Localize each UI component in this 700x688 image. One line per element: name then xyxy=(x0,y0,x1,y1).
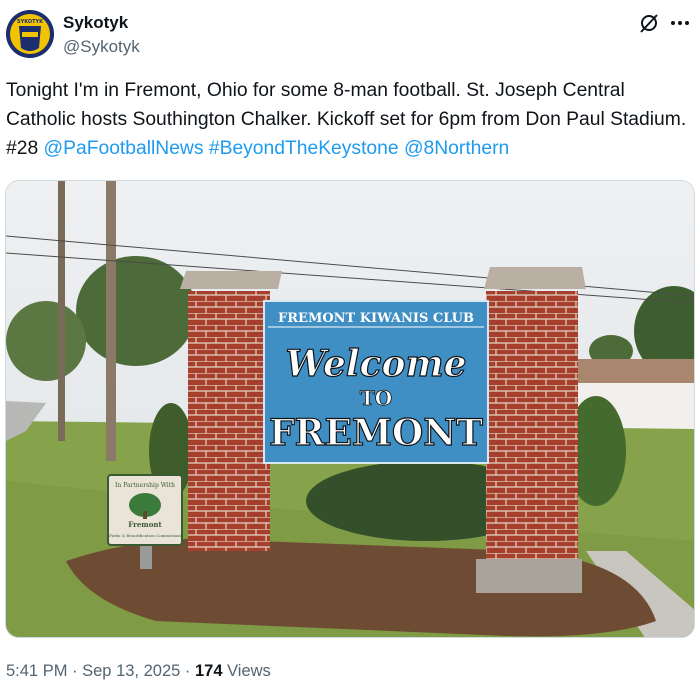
utility-pole xyxy=(106,181,116,461)
mention-link[interactable]: @PaFootballNews xyxy=(44,138,204,159)
building-roof xyxy=(574,359,694,383)
tweet-header: SYKOTYK Sykotyk @Sykotyk xyxy=(0,0,700,70)
sign-city: FREMONT xyxy=(269,412,483,454)
tree xyxy=(76,256,196,366)
views-label: Views xyxy=(222,662,271,680)
tweet-text: Tonight I'm in Fremont, Ohio for some 8-… xyxy=(6,76,696,163)
tweet-photo[interactable]: FREMONT KIWANIS CLUB Welcome TO FREMONT … xyxy=(5,180,695,638)
author-name[interactable]: Sykotyk xyxy=(63,13,128,33)
separator: · xyxy=(180,662,195,680)
utility-pole xyxy=(58,181,65,441)
more-icon[interactable] xyxy=(666,12,694,34)
brick-pillar xyxy=(486,291,578,561)
tweet-time[interactable]: 5:41 PM xyxy=(6,662,67,680)
tweet-meta: 5:41 PM · Sep 13, 2025 · 174 Views xyxy=(6,662,271,681)
pillar-cap xyxy=(484,267,586,289)
separator: · xyxy=(67,662,83,680)
avatar-text: SYKOTYK xyxy=(17,19,44,25)
sign-to: TO xyxy=(360,386,392,410)
hashtag-link[interactable]: #BeyondTheKeystone xyxy=(209,138,399,159)
avatar[interactable]: SYKOTYK xyxy=(6,10,54,58)
tree xyxy=(6,301,86,381)
sign-header: FREMONT KIWANIS CLUB xyxy=(278,311,474,326)
grok-icon[interactable] xyxy=(638,12,660,34)
mention-link[interactable]: @8Northern xyxy=(404,138,509,159)
small-sign-name: Fremont xyxy=(128,520,162,529)
views-count[interactable]: 174 xyxy=(195,662,223,680)
pillar-cap xyxy=(180,271,282,289)
sign-welcome: Welcome xyxy=(285,343,466,385)
tweet-date[interactable]: Sep 13, 2025 xyxy=(82,662,180,680)
brick-pillar xyxy=(188,291,270,551)
pillar-base xyxy=(476,559,582,593)
small-sign-top: In Partnership With xyxy=(115,482,175,489)
author-handle[interactable]: @Sykotyk xyxy=(63,37,140,57)
small-sign-bottom: Parks & Beautification Commission xyxy=(109,533,181,538)
